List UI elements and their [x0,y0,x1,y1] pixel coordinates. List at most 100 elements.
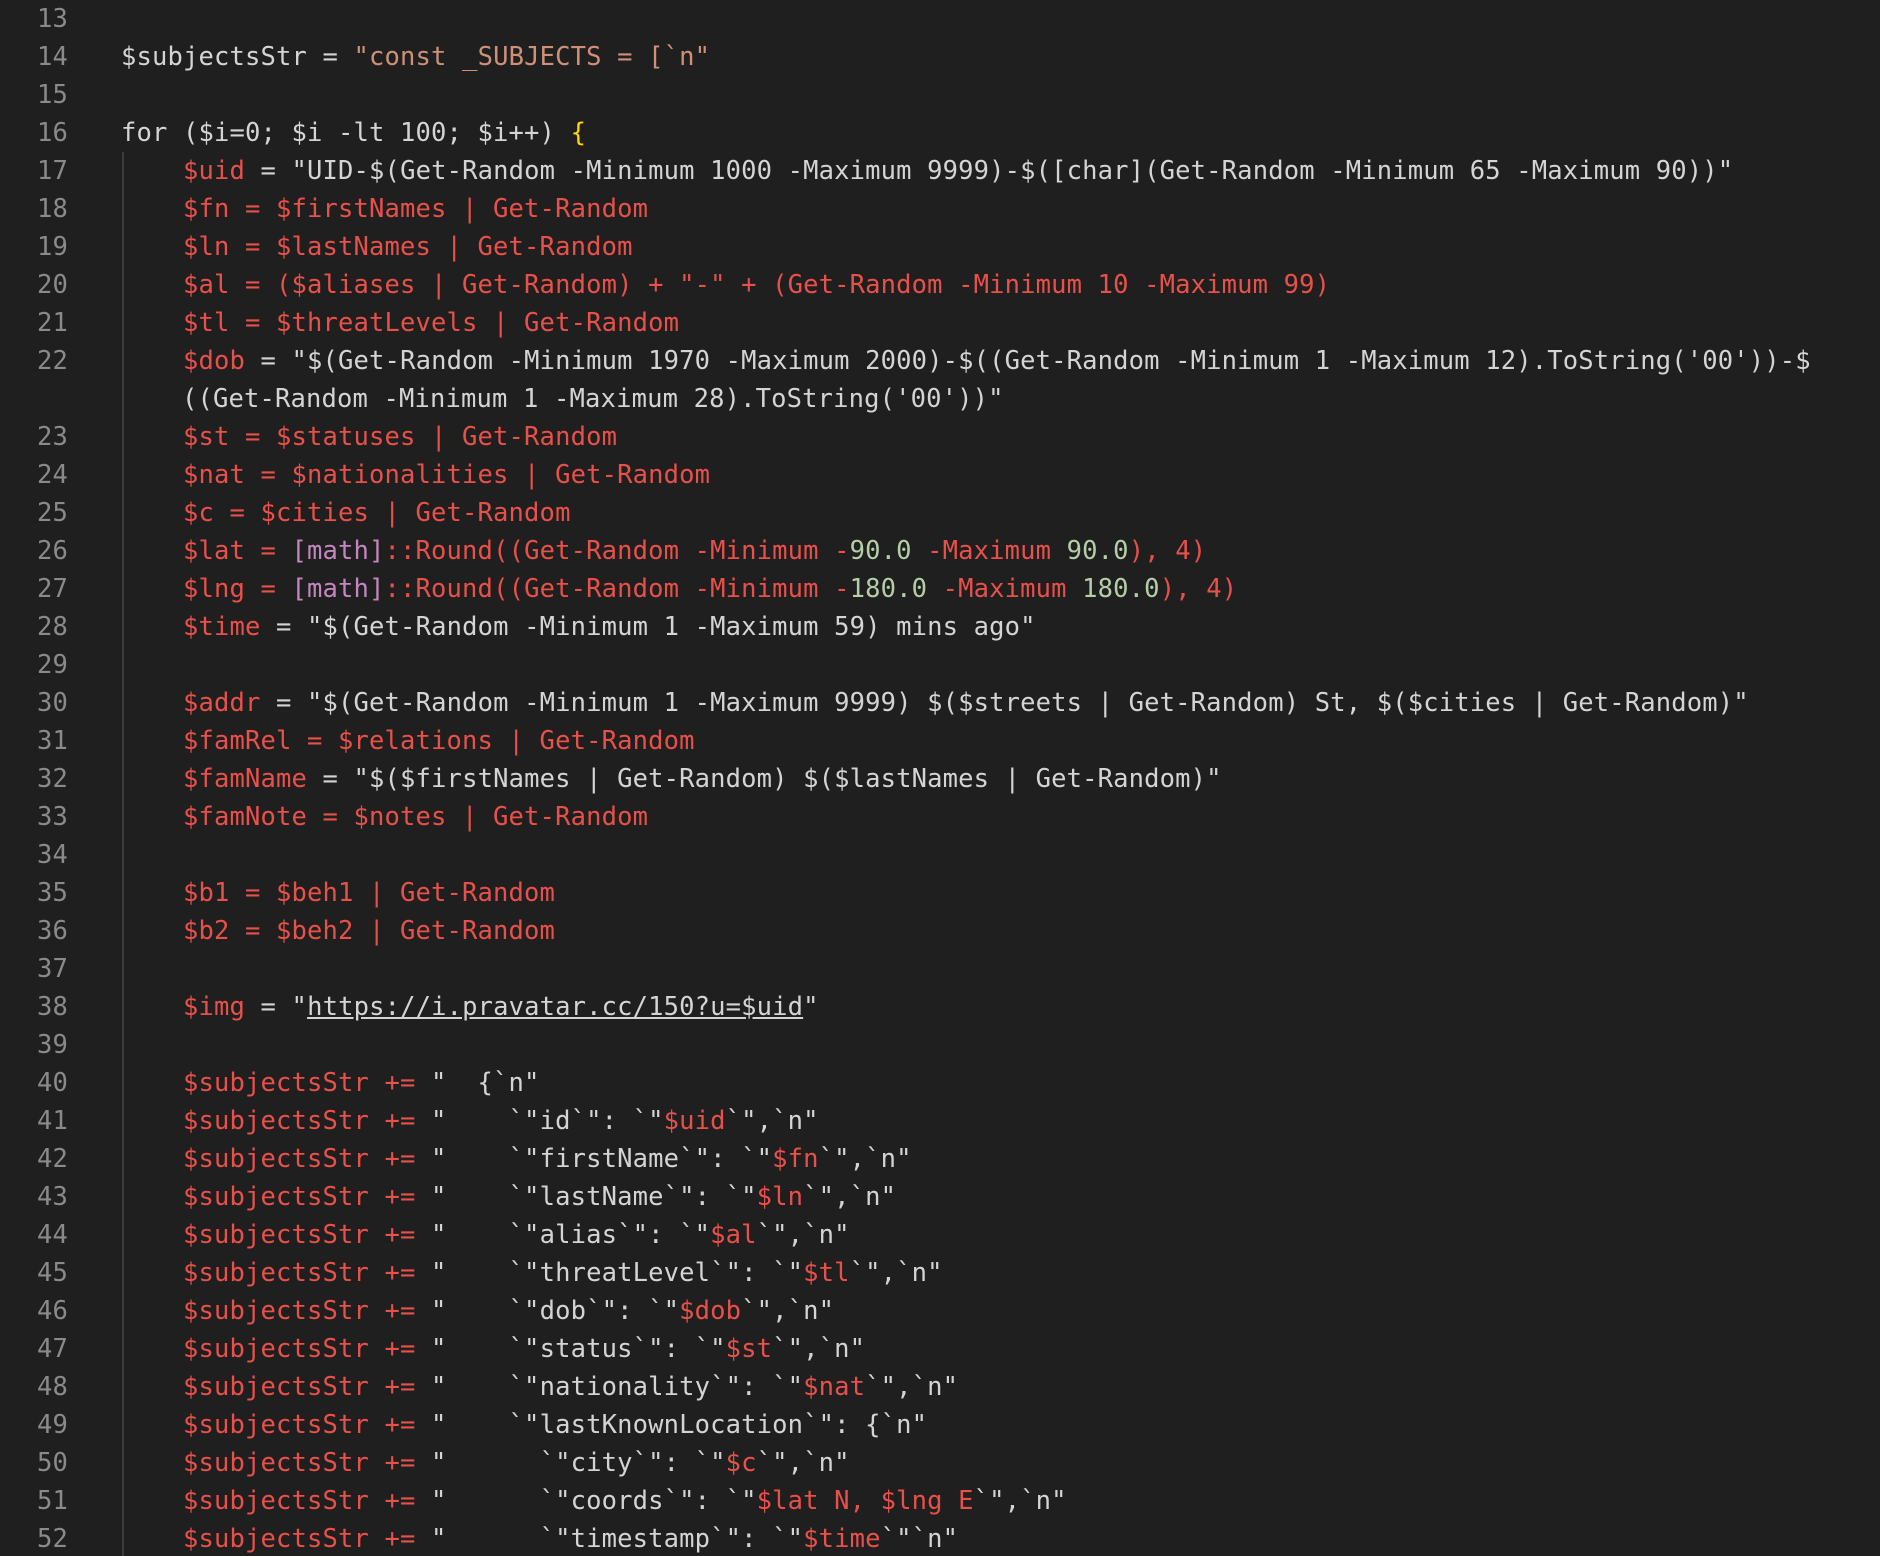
code-line[interactable]: 24 $nat = $nationalities | Get-Random [0,456,1880,494]
line-number: 23 [36,422,68,452]
line-number: 46 [36,1296,68,1326]
code-line[interactable]: 25 $c = $cities | Get-Random [0,494,1880,532]
code-token: $uid [121,156,246,186]
code-line[interactable]: 46 $subjectsStr += " `"dob`": `"$dob`",`… [0,1292,1880,1330]
code-token: $subjectsStr += [121,1068,432,1098]
line-number: 38 [36,992,68,1022]
code-line[interactable]: 34 [0,836,1880,874]
url-link[interactable]: https://i.pravatar.cc/150?u=$uid [307,992,803,1022]
code-line[interactable]: ((Get-Random -Minimum 1 -Maximum 28).ToS… [0,380,1880,418]
code-line[interactable]: 23 $st = $statuses | Get-Random [0,418,1880,456]
code-text: $famNote = $notes | Get-Random [121,798,648,836]
line-number: 45 [36,1258,68,1288]
code-token: $nat = $nationalities | Get-Random [121,460,711,490]
code-line[interactable]: 22 $dob = "$(Get-Random -Minimum 1970 -M… [0,342,1880,380]
code-token: -Maximum [911,536,1067,566]
code-token: $st = $statuses | Get-Random [121,422,618,452]
code-line[interactable]: 42 $subjectsStr += " `"firstName`": `"$f… [0,1140,1880,1178]
code-text: $lat = [math]::Round((Get-Random -Minimu… [121,532,1206,570]
code-line[interactable]: 18 $fn = $firstNames | Get-Random [0,190,1880,228]
code-token: `",`n" [803,1182,897,1212]
code-line[interactable]: 27 $lng = [math]::Round((Get-Random -Min… [0,570,1880,608]
code-line[interactable]: 38 $img = "https://i.pravatar.cc/150?u=$… [0,988,1880,1026]
code-line[interactable]: 33 $famNote = $notes | Get-Random [0,798,1880,836]
code-line[interactable]: 52 $subjectsStr += " `"timestamp`": `"$t… [0,1520,1880,1556]
code-token: $st [725,1334,773,1364]
code-line[interactable]: 50 $subjectsStr += " `"city`": `"$c`",`n… [0,1444,1880,1482]
code-line[interactable]: 13 [0,0,1880,38]
code-token: $time [803,1524,881,1554]
code-token: $time [121,612,261,642]
code-line[interactable]: 21 $tl = $threatLevels | Get-Random [0,304,1880,342]
code-line[interactable]: 45 $subjectsStr += " `"threatLevel`": `"… [0,1254,1880,1292]
code-token: `",`n" [772,1334,866,1364]
code-line[interactable]: 40 $subjectsStr += " {`n" [0,1064,1880,1102]
code-token: ::Round((Get-Random -Minimum - [384,574,850,604]
code-text: $c = $cities | Get-Random [121,494,571,532]
code-line[interactable]: 36 $b2 = $beh2 | Get-Random [0,912,1880,950]
code-line[interactable]: 47 $subjectsStr += " `"status`": `"$st`"… [0,1330,1880,1368]
code-token: $famName [121,764,308,794]
code-token: " `"city`": `" [431,1448,726,1478]
code-line[interactable]: 28 $time = "$(Get-Random -Minimum 1 -Max… [0,608,1880,646]
line-number: 49 [36,1410,68,1440]
line-number: 41 [36,1106,68,1136]
code-editor[interactable]: 13 14 $subjectsStr = "const _SUBJECTS = [`… [0,0,1880,1556]
line-number: 30 [36,688,68,718]
code-token: N, [818,1486,881,1516]
line-number: 13 [36,4,68,34]
code-text: $subjectsStr += " `"timestamp`": `"$time… [121,1520,958,1556]
code-line[interactable]: 26 $lat = [math]::Round((Get-Random -Min… [0,532,1880,570]
code-line[interactable]: 48 $subjectsStr += " `"nationality`": `"… [0,1368,1880,1406]
indent-guide [122,1026,124,1064]
line-number: 25 [36,498,68,528]
line-number: 36 [36,916,68,946]
line-number: 37 [36,954,68,984]
code-line[interactable]: 41 $subjectsStr += " `"id`": `"$uid`",`n… [0,1102,1880,1140]
code-line[interactable]: 44 $subjectsStr += " `"alias`": `"$al`",… [0,1216,1880,1254]
code-line[interactable]: 17 $uid = "UID-$(Get-Random -Minimum 100… [0,152,1880,190]
code-token: "$(Get-Random -Minimum 1 -Maximum 9999) … [307,688,1749,718]
code-token: 90.0 [1066,536,1129,566]
code-token: [math] [291,574,385,604]
code-token: $subjectsStr += [121,1448,432,1478]
code-text: $addr = "$(Get-Random -Minimum 1 -Maximu… [121,684,1749,722]
code-text: $subjectsStr += " `"nationality`": `"$na… [121,1368,958,1406]
line-number: 39 [36,1030,68,1060]
code-token: $subjectsStr += [121,1410,432,1440]
code-text: $subjectsStr = "const _SUBJECTS = [`n" [121,38,710,76]
code-line[interactable]: 20 $al = ($aliases | Get-Random) + "-" +… [0,266,1880,304]
code-token: $b1 = $beh1 | Get-Random [121,878,556,908]
code-text: $al = ($aliases | Get-Random) + "-" + (G… [121,266,1330,304]
code-line[interactable]: 39 [0,1026,1880,1064]
code-line[interactable]: 29 [0,646,1880,684]
code-line[interactable]: 32 $famName = "$($firstNames | Get-Rando… [0,760,1880,798]
code-line[interactable]: 37 [0,950,1880,988]
code-line[interactable]: 14 $subjectsStr = "const _SUBJECTS = [`n" [0,38,1880,76]
code-line[interactable]: 35 $b1 = $beh1 | Get-Random [0,874,1880,912]
code-token: $subjectsStr += [121,1524,432,1554]
code-line[interactable]: 31 $famRel = $relations | Get-Random [0,722,1880,760]
line-number: 15 [36,80,68,110]
code-token: $subjectsStr += [121,1334,432,1364]
code-token: $subjectsStr += [121,1296,432,1326]
code-text: $b1 = $beh1 | Get-Random [121,874,555,912]
code-text: $img = "https://i.pravatar.cc/150?u=$uid… [121,988,819,1026]
code-line[interactable]: 30 $addr = "$(Get-Random -Minimum 1 -Max… [0,684,1880,722]
code-line[interactable]: 43 $subjectsStr += " `"lastName`": `"$ln… [0,1178,1880,1216]
code-text: $fn = $firstNames | Get-Random [121,190,648,228]
code-line[interactable]: 16 for ($i=0; $i -lt 100; $i++) { [0,114,1880,152]
code-line[interactable]: 51 $subjectsStr += " `"coords`": `"$lat … [0,1482,1880,1520]
line-number: 19 [36,232,68,262]
line-number: 22 [36,346,68,376]
line-number: 20 [36,270,68,300]
code-line[interactable]: 49 $subjectsStr += " `"lastKnownLocation… [0,1406,1880,1444]
code-token: $tl = $threatLevels | Get-Random [121,308,680,338]
code-line[interactable]: 15 [0,76,1880,114]
code-line[interactable]: 19 $ln = $lastNames | Get-Random [0,228,1880,266]
code-token: `",`n" [756,1220,850,1250]
indent-guide [122,950,124,988]
code-token: $subjectsStr += [121,1144,432,1174]
code-text: $nat = $nationalities | Get-Random [121,456,710,494]
code-token: $subjectsStr += [121,1182,432,1212]
